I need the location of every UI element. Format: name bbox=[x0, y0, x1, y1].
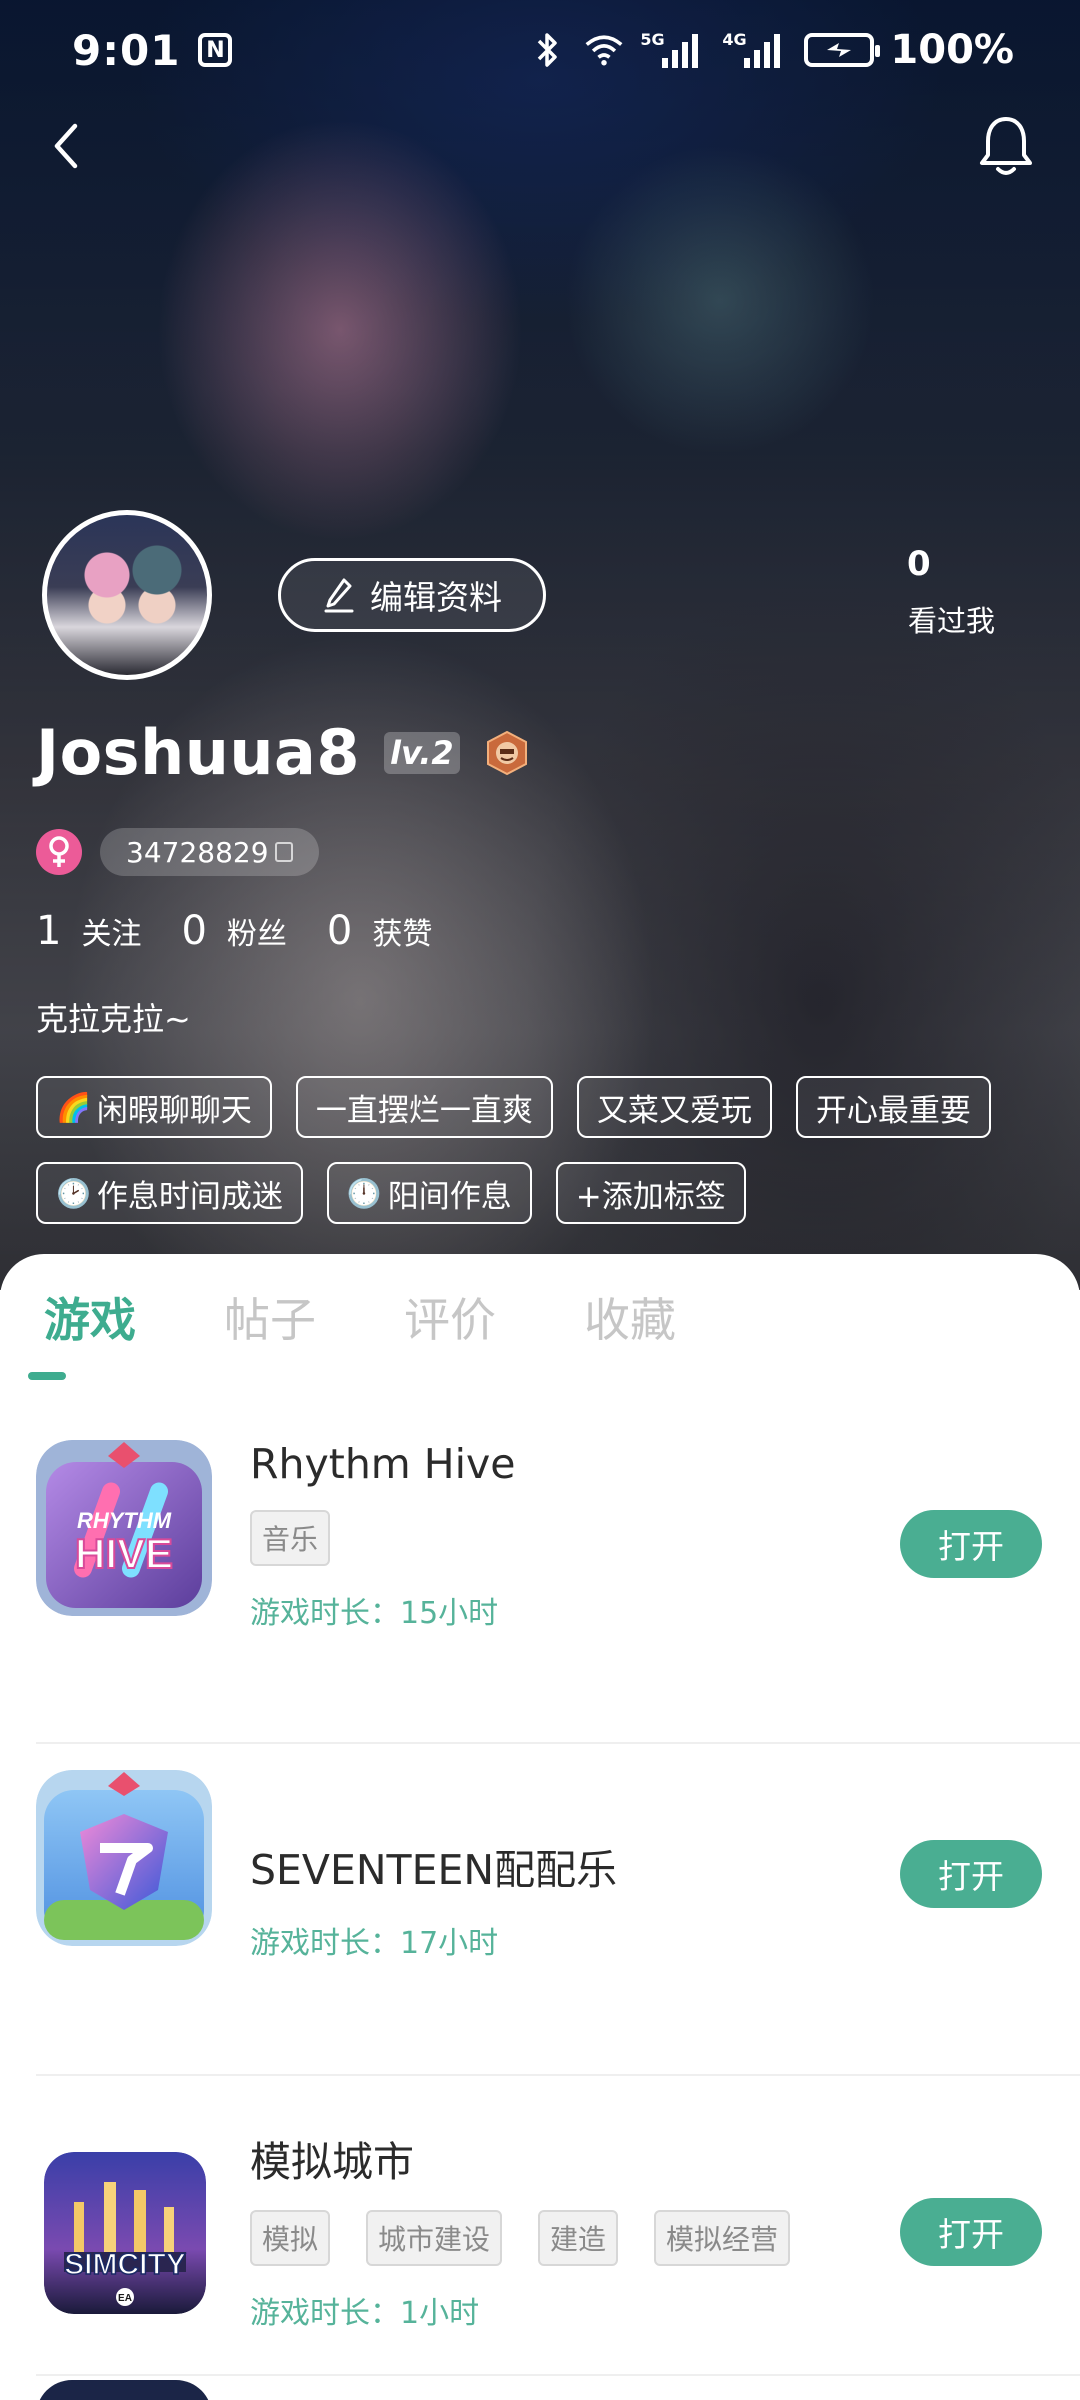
signal-4g-icon: 4G bbox=[722, 30, 788, 70]
rainbow-icon: 🌈 bbox=[56, 1090, 91, 1124]
tag-label: 闲暇聊聊天 bbox=[96, 1092, 252, 1129]
clock-icon: 🕛 bbox=[346, 1176, 382, 1210]
genre-row: 模拟 城市建设 建造 模拟经营 bbox=[250, 2210, 791, 2266]
svg-text:EA: EA bbox=[118, 2293, 132, 2304]
nfc-icon: N bbox=[198, 33, 233, 67]
rhythm-hive-icon: RHYTHM HIVE bbox=[36, 1440, 212, 1616]
stat-label: 获赞 bbox=[372, 917, 433, 952]
content-panel: 游戏 帖子 评价 收藏 RHYTHM HIVE Rhythm Hive 音乐 游… bbox=[0, 1254, 1080, 2400]
network-5g-label: 5G bbox=[640, 30, 665, 49]
username-row: Joshuua8 lv.2 bbox=[36, 716, 530, 789]
stat-likes[interactable]: 0 获赞 bbox=[327, 908, 432, 954]
open-game-button[interactable]: 打开 bbox=[900, 2198, 1042, 2266]
status-bar: 9:01 N 5G 4G 100% bbox=[0, 0, 1080, 100]
game-info: SEVENTEEN配配乐 游戏时长：17小时 bbox=[250, 1836, 617, 1962]
username: Joshuua8 bbox=[36, 716, 360, 789]
stat-value: 1 bbox=[36, 908, 62, 954]
notification-button[interactable] bbox=[972, 112, 1040, 180]
profile-bio: 克拉克拉~ bbox=[36, 1000, 191, 1038]
tag-label: 作息时间成迷 bbox=[96, 1178, 283, 1215]
female-gender-icon bbox=[36, 829, 82, 875]
tag-label: 一直摆烂一直爽 bbox=[315, 1092, 533, 1129]
profile-tag[interactable]: 🕛 阳间作息 bbox=[326, 1162, 532, 1224]
stat-following[interactable]: 1 关注 bbox=[36, 908, 141, 954]
stat-label: 关注 bbox=[81, 917, 142, 952]
profile-tags: 🌈 闲暇聊聊天 一直摆烂一直爽 又菜又爱玩 开心最重要 🕑 作息时间成迷 🕛 阳间作息… bbox=[36, 1076, 1056, 1224]
user-id-row: 34728829 bbox=[36, 828, 319, 876]
list-item[interactable]: SEVENTEEN配配乐 游戏时长：17小时 打开 bbox=[0, 1744, 1080, 2076]
edit-profile-button[interactable]: 编辑资料 bbox=[278, 558, 546, 632]
user-id: 34728829 bbox=[126, 835, 269, 869]
genre-tag: 音乐 bbox=[250, 1510, 331, 1566]
stat-value: 0 bbox=[326, 908, 353, 954]
back-button[interactable] bbox=[36, 116, 96, 176]
add-tag-button[interactable]: +添加标签 bbox=[555, 1162, 746, 1224]
avatar[interactable] bbox=[42, 510, 212, 680]
stat-followers[interactable]: 0 粉丝 bbox=[181, 908, 286, 954]
list-item[interactable]: RHYTHM HIVE Rhythm Hive 音乐 游戏时长：15小时 打开 bbox=[0, 1412, 1080, 1744]
svg-text:HIVE: HIVE bbox=[75, 1530, 173, 1577]
profile-tag[interactable]: 🕑 作息时间成迷 bbox=[36, 1162, 303, 1224]
bell-icon bbox=[980, 117, 1032, 175]
chevron-left-icon bbox=[54, 123, 78, 169]
medal-icon[interactable] bbox=[484, 730, 530, 776]
signal-5g-icon: 5G bbox=[640, 30, 706, 70]
visitors-count: 0 bbox=[907, 544, 931, 584]
tag-label: 又菜又爱玩 bbox=[596, 1092, 752, 1129]
status-icons: 5G 4G 100% bbox=[528, 27, 1014, 73]
genre-tag: 模拟 bbox=[250, 2210, 331, 2266]
game-title: 模拟城市 bbox=[250, 2138, 414, 2186]
clock-icon: 🕑 bbox=[56, 1176, 91, 1210]
level-badge: lv.2 bbox=[383, 731, 460, 774]
list-item[interactable]: SIMCITY EA 模拟城市 模拟 城市建设 建造 模拟经营 游戏时长：1小时… bbox=[0, 2076, 1080, 2376]
seventeen-game-icon bbox=[36, 1770, 212, 1946]
profile-tabs: 游戏 帖子 评价 收藏 bbox=[44, 1284, 676, 1364]
profile-visitors[interactable]: 0 看过我 bbox=[880, 544, 1020, 640]
visitors-label: 看过我 bbox=[908, 604, 996, 638]
profile-tag[interactable]: 开心最重要 bbox=[795, 1076, 991, 1138]
tab-reviews[interactable]: 评价 bbox=[404, 1284, 496, 1364]
game-list: RHYTHM HIVE Rhythm Hive 音乐 游戏时长：15小时 打开 bbox=[0, 1412, 1080, 2376]
tag-label: 阳间作息 bbox=[387, 1178, 512, 1215]
battery-percent: 100% bbox=[890, 27, 1014, 73]
game-title: SEVENTEEN配配乐 bbox=[250, 1846, 618, 1894]
genre-tag: 模拟经营 bbox=[654, 2210, 791, 2266]
active-tab-indicator bbox=[28, 1372, 66, 1380]
profile-stats: 1 关注 0 粉丝 0 获赞 bbox=[36, 908, 472, 954]
stat-value: 0 bbox=[181, 908, 207, 954]
genre-tag: 城市建设 bbox=[366, 2210, 503, 2266]
genre-row: 音乐 bbox=[250, 1510, 515, 1566]
tab-games[interactable]: 游戏 bbox=[44, 1284, 136, 1364]
tab-posts[interactable]: 帖子 bbox=[224, 1284, 316, 1364]
wifi-icon bbox=[584, 30, 624, 70]
divider bbox=[36, 2374, 1080, 2376]
game-info: Rhythm Hive 音乐 游戏时长：15小时 bbox=[250, 1440, 515, 1632]
svg-text:SIMCITY: SIMCITY bbox=[64, 2248, 186, 2281]
simcity-icon: SIMCITY EA bbox=[44, 2152, 206, 2314]
pencil-icon bbox=[324, 578, 354, 613]
profile-tag[interactable]: 一直摆烂一直爽 bbox=[295, 1076, 553, 1138]
profile-tag[interactable]: 又菜又爱玩 bbox=[576, 1076, 772, 1138]
status-time: 9:01 bbox=[72, 25, 181, 75]
game-info: 模拟城市 模拟 城市建设 建造 模拟经营 游戏时长：1小时 bbox=[250, 2128, 791, 2332]
open-game-button[interactable]: 打开 bbox=[900, 1840, 1042, 1908]
edit-profile-label: 编辑资料 bbox=[370, 578, 502, 617]
bluetooth-icon bbox=[528, 30, 568, 70]
user-id-copy[interactable]: 34728829 bbox=[100, 828, 319, 876]
play-time: 游戏时长：17小时 bbox=[250, 1926, 499, 1961]
tab-favorites[interactable]: 收藏 bbox=[584, 1284, 676, 1364]
play-time: 游戏时长：1小时 bbox=[250, 2296, 480, 2331]
genre-tag: 建造 bbox=[538, 2210, 619, 2266]
profile-tag[interactable]: 🌈 闲暇聊聊天 bbox=[36, 1076, 272, 1138]
stat-label: 粉丝 bbox=[226, 917, 287, 952]
battery-icon bbox=[804, 33, 881, 67]
add-tag-label: +添加标签 bbox=[575, 1178, 726, 1215]
tag-label: 开心最重要 bbox=[815, 1092, 971, 1129]
game-title: Rhythm Hive bbox=[250, 1440, 516, 1488]
next-game-icon bbox=[36, 2380, 212, 2400]
open-game-button[interactable]: 打开 bbox=[900, 1510, 1042, 1578]
network-4g-label: 4G bbox=[722, 30, 747, 49]
copy-icon bbox=[274, 842, 293, 862]
play-time: 游戏时长：15小时 bbox=[250, 1596, 499, 1631]
